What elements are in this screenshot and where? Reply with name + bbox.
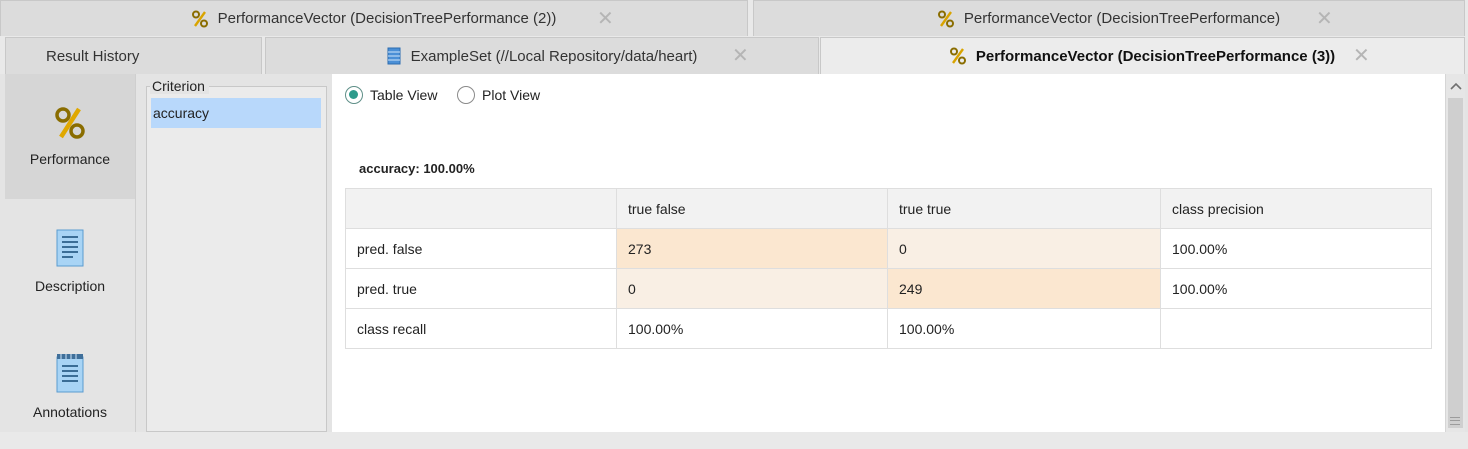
tab-label: PerformanceVector (DecisionTreePerforman… (975, 47, 1336, 65)
criterion-list (146, 86, 327, 432)
view-sidebar: Performance Description Annotations (5, 74, 136, 432)
sidebar-item-description[interactable]: Description (5, 199, 135, 324)
matrix-cell: 100.00% (887, 308, 1161, 349)
sidebar-item-label: Performance (29, 151, 111, 167)
table-view-label: Table View (370, 87, 438, 103)
row-label: class recall (345, 308, 617, 349)
sidebar-item-annotations[interactable]: Annotations (5, 324, 135, 449)
criterion-title: Criterion (150, 78, 209, 94)
matrix-header-row: true false true true class precision (345, 188, 1432, 229)
tab-performance-vector-3[interactable]: PerformanceVector (DecisionTreePerforman… (820, 37, 1465, 74)
performance-content: Table View Plot View accuracy: 100.00% t… (332, 74, 1445, 432)
matrix-cell: 100.00% (616, 308, 888, 349)
tab-exampleset-heart[interactable]: ExampleSet (//Local Repository/data/hear… (265, 37, 819, 74)
percent-icon (191, 10, 208, 28)
percent-icon (949, 47, 966, 65)
confusion-matrix: true false true true class precision pre… (345, 188, 1432, 349)
close-tab-icon[interactable]: ✕ (732, 46, 749, 66)
row-label: pred. true (345, 268, 617, 309)
radio-unchecked-icon (457, 86, 475, 104)
matrix-cell (1160, 308, 1432, 349)
matrix-cell: 100.00% (1160, 268, 1432, 309)
plot-view-label: Plot View (482, 87, 541, 103)
matrix-cell: 0 (887, 228, 1161, 269)
matrix-header-cell (345, 188, 617, 229)
document-icon (55, 229, 85, 270)
row-label: pred. false (345, 228, 617, 269)
tab-label: PerformanceVector (DecisionTreePerforman… (217, 10, 557, 27)
table-icon (387, 47, 401, 65)
tab-label: ExampleSet (//Local Repository/data/hear… (410, 47, 698, 65)
tab-performance-vector-2[interactable]: PerformanceVector (DecisionTreePerforman… (0, 0, 748, 36)
sidebar-item-performance[interactable]: Performance (5, 74, 135, 199)
matrix-cell: 273 (616, 228, 888, 269)
tab-result-history[interactable]: Result History (5, 37, 262, 74)
matrix-header-cell: true false (616, 188, 888, 229)
vertical-scrollbar[interactable] (1445, 74, 1465, 432)
close-tab-icon[interactable]: ✕ (1316, 9, 1333, 29)
notepad-icon (54, 353, 86, 396)
percent-icon (54, 106, 86, 143)
matrix-header-cell: true true (887, 188, 1161, 229)
close-tab-icon[interactable]: ✕ (1353, 46, 1370, 66)
table-row: pred. false 273 0 100.00% (345, 228, 1432, 269)
tab-label: PerformanceVector (DecisionTreePerforman… (963, 10, 1281, 27)
tab-label: Result History (46, 47, 140, 65)
scrollbar-thumb[interactable] (1448, 98, 1463, 428)
criterion-item-accuracy[interactable]: accuracy (151, 98, 321, 128)
close-tab-icon[interactable]: ✕ (597, 9, 614, 29)
matrix-cell: 0 (616, 268, 888, 309)
plot-view-radio[interactable]: Plot View (457, 86, 540, 104)
percent-icon (937, 10, 954, 28)
accuracy-title: accuracy: 100.00% (359, 161, 475, 176)
table-row: pred. true 0 249 100.00% (345, 268, 1432, 309)
matrix-cell: 100.00% (1160, 228, 1432, 269)
results-panel: Performance Description Annotations Crit… (0, 74, 1468, 432)
scroll-up-icon[interactable] (1446, 76, 1466, 96)
scroll-grip-icon (1450, 417, 1460, 425)
sidebar-item-label: Description (34, 278, 106, 294)
sidebar-item-label: Annotations (33, 404, 107, 420)
table-row: class recall 100.00% 100.00% (345, 308, 1432, 349)
table-view-radio[interactable]: Table View (345, 86, 437, 104)
matrix-cell: 249 (887, 268, 1161, 309)
radio-checked-icon (345, 86, 363, 104)
tab-performance-vector[interactable]: PerformanceVector (DecisionTreePerforman… (753, 0, 1465, 36)
matrix-header-cell: class precision (1160, 188, 1432, 229)
